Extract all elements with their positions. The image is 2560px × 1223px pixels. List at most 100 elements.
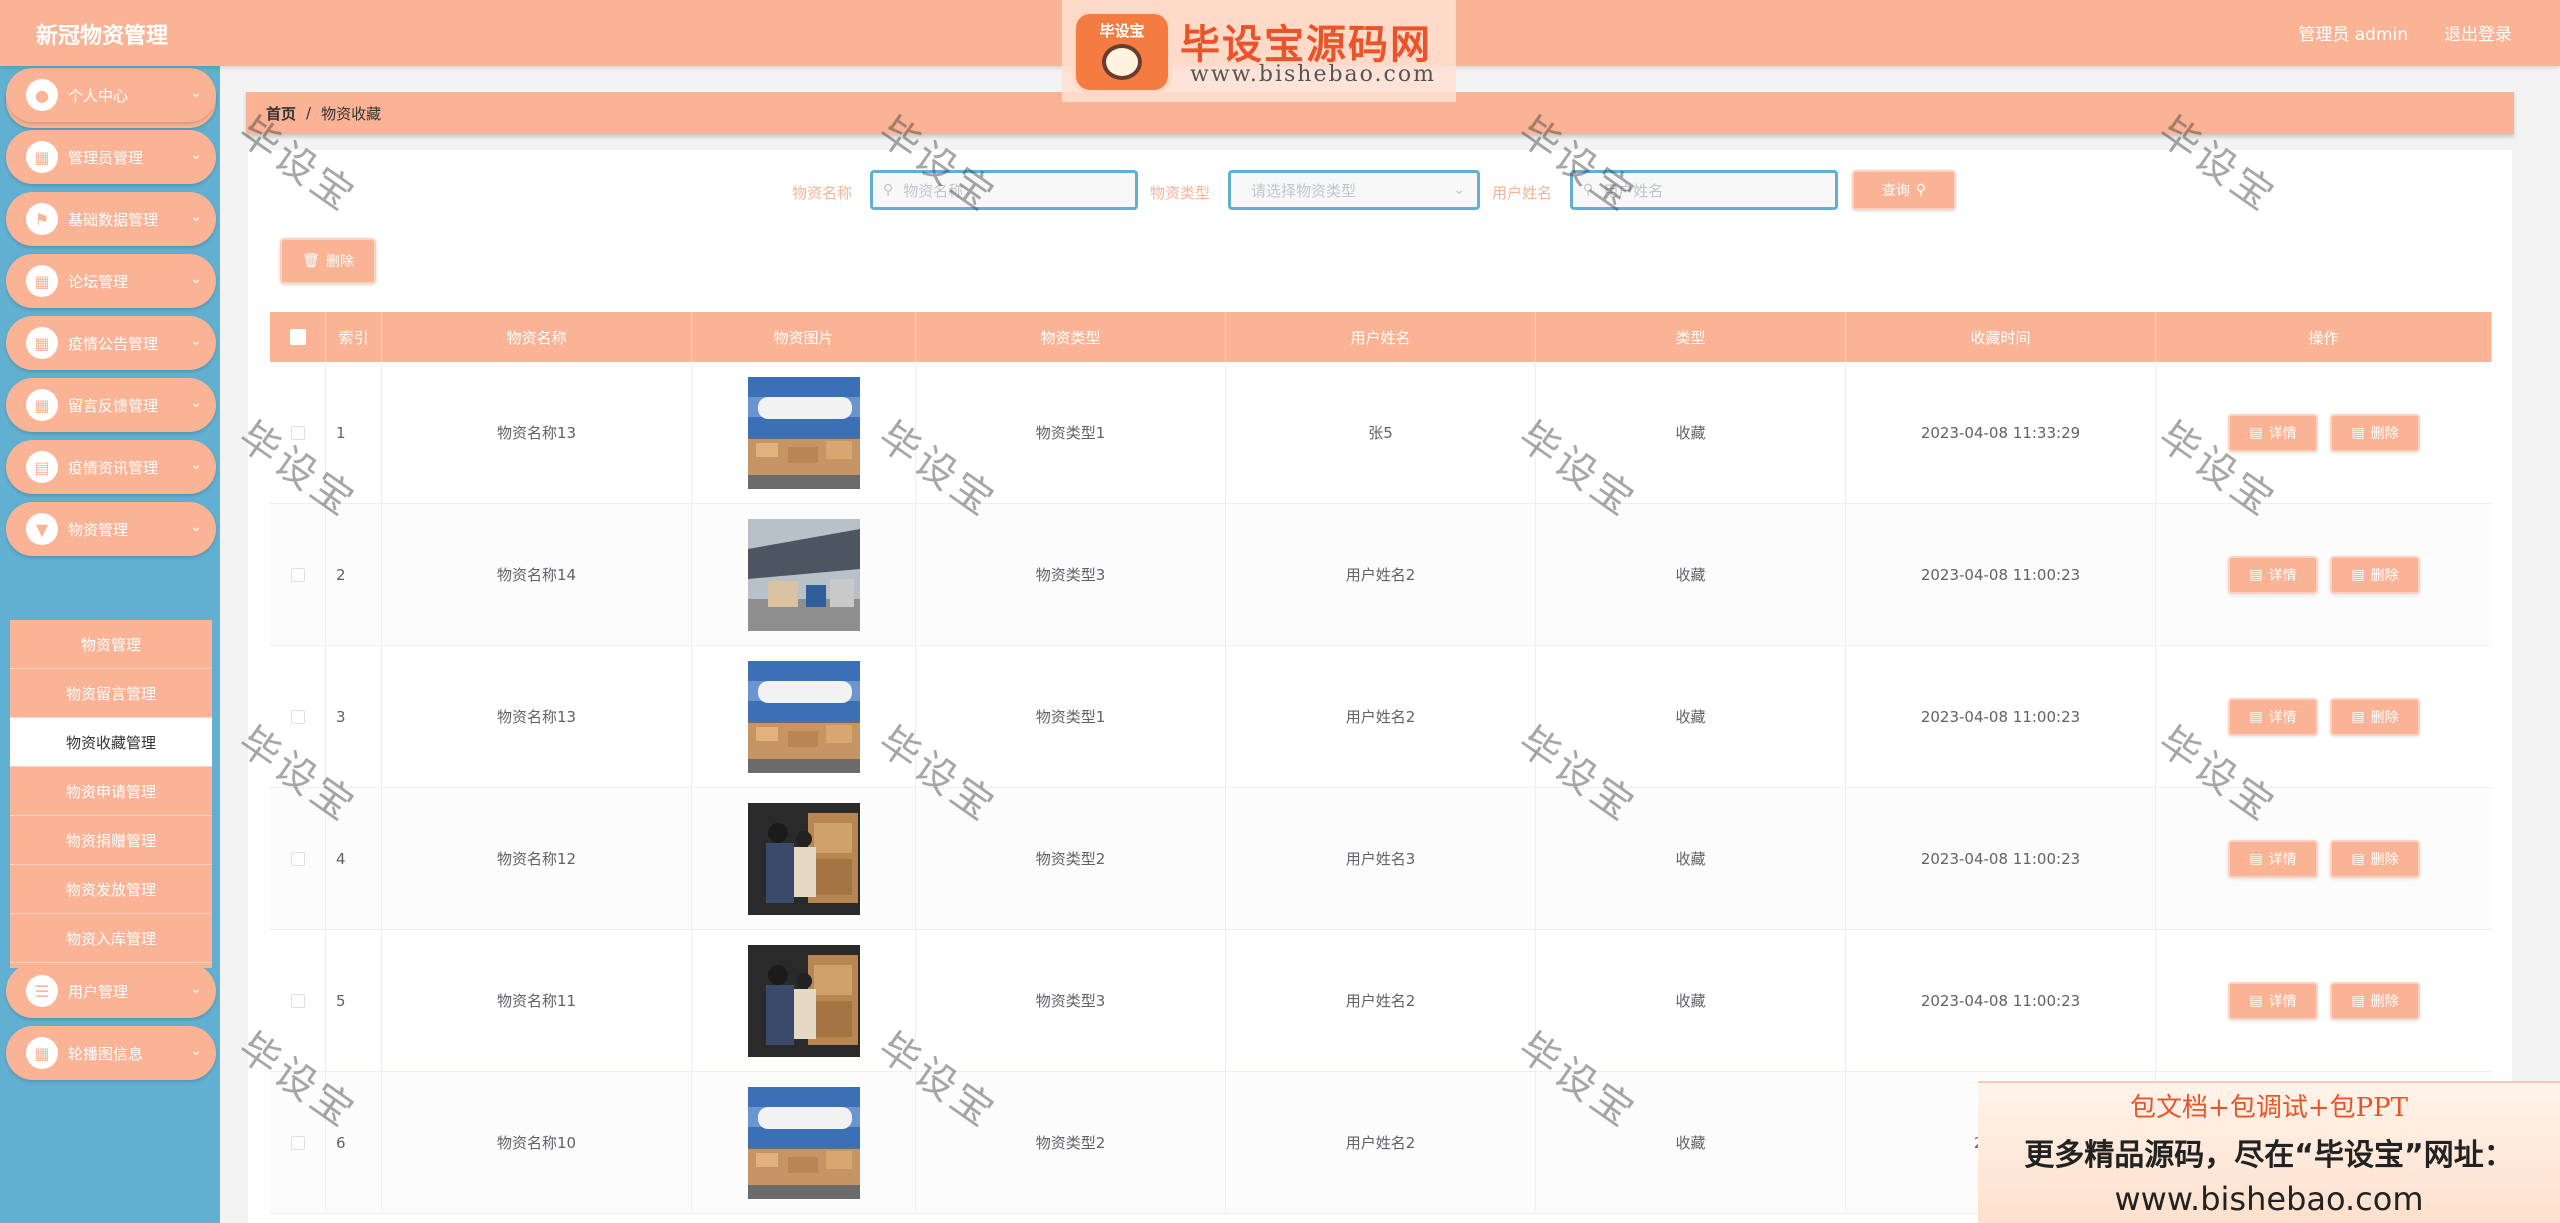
- submenu-supplies: 物资管理 物资留言管理 物资收藏管理 物资申请管理 物资捐赠管理 物资发放管理 物资入库管理: [10, 620, 212, 968]
- time-cell: 2023-04-08 11:33:29: [1846, 362, 2156, 503]
- type-cell: 物资类型3: [916, 930, 1226, 1071]
- type-cell: 物资类型1: [916, 362, 1226, 503]
- row-checkbox[interactable]: [290, 567, 305, 582]
- trash-icon: 🗑: [302, 253, 320, 269]
- user-cell: 用户姓名3: [1226, 788, 1536, 929]
- submenu-item-3[interactable]: 物资收藏管理: [10, 718, 212, 767]
- watermark-badge-text: 毕设宝: [1099, 22, 1145, 40]
- submenu-item-5[interactable]: 物资捐赠管理: [10, 816, 212, 865]
- delete-button[interactable]: ▤删除: [2330, 981, 2420, 1020]
- breadcrumb-separator: /: [306, 104, 312, 122]
- table-row[interactable]: 1 物资名称13 物资类型1 张5 收藏 2023-04-08 11:33:29 ▤ 详情 ▤ 删…: [270, 362, 2492, 504]
- supply-image: [747, 944, 860, 1057]
- time-cell: 2023-04-08 11:00:23: [1846, 646, 2156, 787]
- name-search-label: 物资名称: [792, 184, 853, 202]
- sidebar-item-1[interactable]: ● 个人中心 ⌄: [6, 68, 216, 122]
- name-cell: 物资名称12: [382, 788, 692, 929]
- submenu-item-1[interactable]: 物资管理: [10, 620, 212, 669]
- index-cell: 5: [326, 930, 382, 1071]
- actions-cell: ▤详情 ▤删除: [2156, 930, 2492, 1071]
- name-cell: 物资名称13: [382, 362, 692, 503]
- sidebar-item-7[interactable]: ▤ 疫情资讯管理 ⌄: [6, 440, 216, 494]
- submenu-item-6[interactable]: 物资发放管理: [10, 865, 212, 914]
- sidebar-item-2[interactable]: ▦ 管理员管理 ⌄: [6, 130, 216, 184]
- chevron-down-icon: ⌄: [190, 519, 202, 535]
- flag-icon: ⚑: [26, 203, 58, 235]
- table-header: 索引 物资名称 物资图片 物资类型 用户姓名 类型 收藏时间 操作: [270, 312, 2492, 362]
- detail-button[interactable]: ▤详情: [2228, 839, 2318, 878]
- column-header: 物资名称: [382, 312, 692, 362]
- image-cell: [692, 362, 916, 503]
- name-search-input[interactable]: ⚲ 物资名称: [870, 170, 1138, 210]
- sidebar-item-4[interactable]: ▦ 论坛管理 ⌄: [6, 254, 216, 308]
- logout-link[interactable]: 退出登录: [2444, 20, 2512, 45]
- sidebar-item-3[interactable]: ⚑ 基础数据管理 ⌄: [6, 192, 216, 246]
- ad-banner[interactable]: 包文档+包调试+包PPT 更多精品源码，尽在“毕设宝”网址： www.bishe…: [1978, 1081, 2560, 1223]
- submenu-item-4[interactable]: 物资申请管理: [10, 767, 212, 816]
- row-checkbox[interactable]: [290, 709, 305, 724]
- trash-icon: ▤: [2351, 566, 2365, 583]
- table-row[interactable]: 4 物资名称12 物资类型2 用户姓名3 收藏 2023-04-08 11:00:23 ▤ 详…: [270, 788, 2492, 930]
- user-search-input[interactable]: ⚲ 用户姓名: [1570, 170, 1838, 210]
- type-cell: 物资类型2: [916, 788, 1226, 929]
- sidebar-item-label: 疫情公告管理: [68, 334, 159, 353]
- grid-icon: ▦: [26, 389, 58, 421]
- submenu-item-7[interactable]: 物资入库管理: [10, 914, 212, 963]
- row-checkbox[interactable]: [290, 993, 305, 1008]
- row-checkbox[interactable]: [290, 851, 305, 866]
- chevron-down-icon: ⌄: [190, 395, 202, 411]
- select-all-checkbox[interactable]: [289, 329, 306, 345]
- detail-button[interactable]: ▤详情: [2228, 555, 2318, 594]
- trash-icon: ▤: [2351, 850, 2365, 867]
- grid-icon: ▦: [26, 265, 58, 297]
- row-checkbox[interactable]: [290, 1135, 305, 1150]
- grid-icon: ▦: [26, 141, 58, 173]
- ad-line-1: 包文档+包调试+包PPT: [2130, 1093, 2408, 1123]
- delete-button[interactable]: ▤删除: [2330, 839, 2420, 878]
- name-cell: 物资名称11: [382, 930, 692, 1071]
- breadcrumb-home[interactable]: 首页: [266, 103, 296, 124]
- sidebar-item-10[interactable]: ▦ 轮播图信息 ⌄: [6, 1026, 216, 1080]
- submenu-item-2[interactable]: 物资留言管理: [10, 669, 212, 718]
- sidebar-item-6[interactable]: ▦ 留言反馈管理 ⌄: [6, 378, 216, 432]
- sidebar-item-5[interactable]: ▦ 疫情公告管理 ⌄: [6, 316, 216, 370]
- index-cell: 2: [326, 504, 382, 645]
- type-select[interactable]: 请选择物资类型 ⌄: [1228, 170, 1480, 210]
- bulk-delete-button[interactable]: 🗑 删除: [280, 238, 376, 284]
- detail-button[interactable]: ▤详情: [2228, 413, 2318, 452]
- index-cell: 1: [326, 362, 382, 503]
- select-all-cell: [270, 312, 326, 362]
- delete-button[interactable]: ▤删除: [2330, 697, 2420, 736]
- row-select-cell: [270, 362, 326, 503]
- query-button[interactable]: 查询 ⚲: [1852, 170, 1956, 210]
- sidebar-item-8[interactable]: ▼ 物资管理 ⌄: [6, 502, 216, 556]
- user-cell: 用户姓名2: [1226, 646, 1536, 787]
- column-header: 物资类型: [916, 312, 1226, 362]
- type-select-label: 物资类型: [1150, 184, 1211, 202]
- index-cell: 6: [326, 1072, 382, 1213]
- column-header: 用户姓名: [1226, 312, 1536, 362]
- name-cell: 物资名称10: [382, 1072, 692, 1213]
- top-right-links: 管理员 admin 退出登录: [2298, 20, 2512, 45]
- watermark-logo: 毕设宝 毕设宝源码网 www.bishebao.com: [1062, 0, 1456, 102]
- sidebar-item-9[interactable]: ☰ 用户管理 ⌄: [6, 964, 216, 1018]
- row-select-cell: [270, 646, 326, 787]
- row-checkbox[interactable]: [290, 425, 305, 440]
- detail-button[interactable]: ▤详情: [2228, 981, 2318, 1020]
- column-header: 物资图片: [692, 312, 916, 362]
- actions-cell: ▤详情 ▤删除: [2156, 504, 2492, 645]
- sidebar-item-label: 论坛管理: [68, 272, 129, 291]
- doc-icon: ▤: [26, 451, 58, 483]
- supply-image: [747, 376, 860, 489]
- table-row[interactable]: 3 物资名称13 物资类型1 用户姓名2 收藏 2023-04-08 11:00:23 ▤ 详…: [270, 646, 2492, 788]
- kind-cell: 收藏: [1536, 1072, 1846, 1213]
- detail-button[interactable]: ▤详情: [2228, 697, 2318, 736]
- table-row[interactable]: 5 物资名称11 物资类型3 用户姓名2 收藏 2023-04-08 11:00:23 ▤ 详…: [270, 930, 2492, 1072]
- delete-button[interactable]: ▤删除: [2330, 555, 2420, 594]
- ad-line-2: 更多精品源码，尽在“毕设宝”网址：: [2024, 1138, 2514, 1173]
- row-select-cell: [270, 504, 326, 645]
- ad-line-3: www.bishebao.com: [2114, 1180, 2424, 1218]
- kind-cell: 收藏: [1536, 504, 1846, 645]
- table-row[interactable]: 2 物资名称14 物资类型3 用户姓名2 收藏 2023-04-08 11:00:23 ▤ 详…: [270, 504, 2492, 646]
- delete-button[interactable]: ▤删除: [2330, 413, 2420, 452]
